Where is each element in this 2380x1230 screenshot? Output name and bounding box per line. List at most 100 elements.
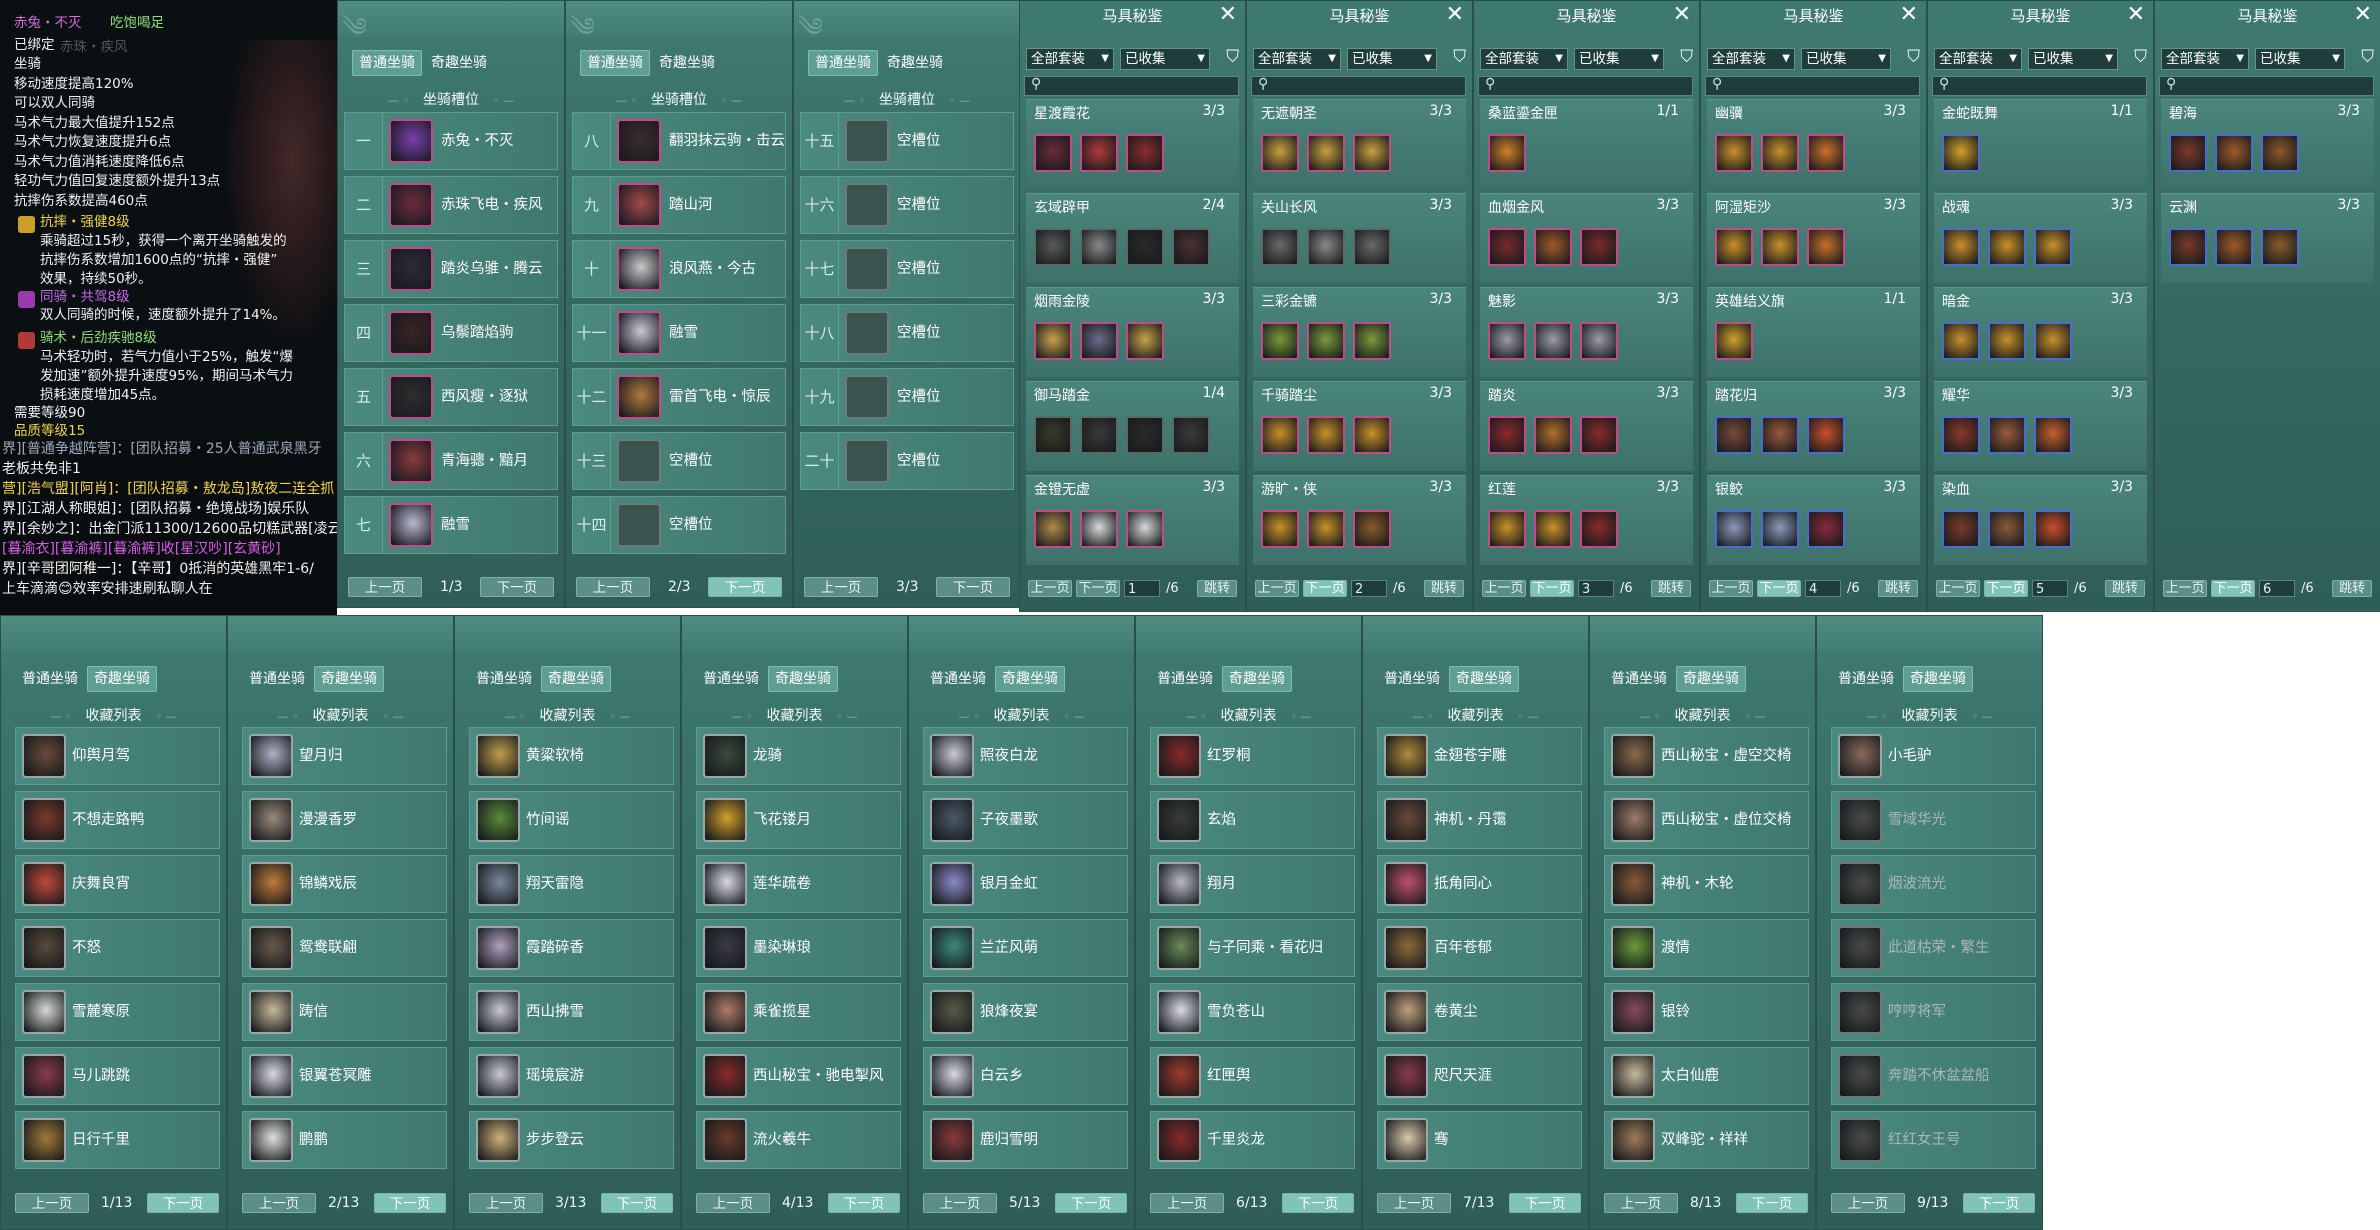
gear-item-icon[interactable] [1807, 416, 1845, 454]
favorite-mount-row[interactable]: 小毛驴 [1831, 727, 2036, 785]
next-page-button[interactable]: 下一页 [1757, 580, 1801, 597]
gear-item-icon[interactable] [2034, 322, 2072, 360]
prev-page-button[interactable]: 上一页 [1255, 580, 1299, 597]
gear-item-icon[interactable] [1080, 510, 1118, 548]
gear-item-icon[interactable] [1034, 134, 1072, 172]
gear-item-icon[interactable] [1126, 510, 1164, 548]
mount-slot-row[interactable]: 六 青海骢・黯月 [344, 432, 558, 490]
gear-item-icon[interactable] [1942, 322, 1980, 360]
filter-icon[interactable]: ⛉ [2361, 47, 2374, 67]
prev-page-button[interactable]: 上一页 [1150, 1193, 1224, 1213]
jump-button[interactable]: 跳转 [1424, 580, 1464, 597]
tab-special-mounts[interactable]: 奇趣坐骑 [541, 666, 611, 692]
gear-item-icon[interactable] [1080, 134, 1118, 172]
tab-special-mounts[interactable]: 奇趣坐骑 [995, 666, 1065, 692]
prev-page-button[interactable]: 上一页 [1831, 1193, 1905, 1213]
gear-set[interactable]: 幽骥 3/3 [1707, 99, 1920, 189]
favorite-mount-row[interactable]: 与子同乘・看花归 [1150, 919, 1355, 977]
favorite-mount-row[interactable]: 乘雀揽星 [696, 983, 901, 1041]
gear-item-icon[interactable] [1942, 228, 1980, 266]
favorite-mount-row[interactable]: 红匣舆 [1150, 1047, 1355, 1105]
favorite-mount-row[interactable]: 翔天雷隐 [469, 855, 674, 913]
mount-slot-row[interactable]: 十二 雷首飞电・惊辰 [572, 368, 786, 426]
gear-item-icon[interactable] [1488, 322, 1526, 360]
mount-slot-row[interactable]: 五 西风瘦・逐狱 [344, 368, 558, 426]
search-input[interactable]: ⚲ [1251, 76, 1466, 96]
favorite-mount-row[interactable]: 白云乡 [923, 1047, 1128, 1105]
gear-item-icon[interactable] [1580, 510, 1618, 548]
gear-item-icon[interactable] [1715, 134, 1753, 172]
gear-set[interactable]: 关山长风 3/3 [1253, 193, 1466, 283]
favorite-mount-row[interactable]: 雪麓寒原 [15, 983, 220, 1041]
favorite-mount-row[interactable]: 鹏鹏 [242, 1111, 447, 1169]
gear-set[interactable]: 银鲛 3/3 [1707, 475, 1920, 565]
favorite-mount-row[interactable]: 太白仙鹿 [1604, 1047, 1809, 1105]
gear-item-icon[interactable] [1126, 322, 1164, 360]
gear-set[interactable]: 金镫无虚 3/3 [1026, 475, 1239, 565]
next-page-button[interactable]: 下一页 [1509, 1193, 1581, 1213]
next-page-button[interactable]: 下一页 [2211, 580, 2255, 597]
favorite-mount-row[interactable]: 红罗桐 [1150, 727, 1355, 785]
prev-page-button[interactable]: 上一页 [1604, 1193, 1678, 1213]
prev-page-button[interactable]: 上一页 [696, 1193, 770, 1213]
gear-item-icon[interactable] [1580, 416, 1618, 454]
page-number-input[interactable]: 4 [1805, 580, 1841, 597]
mount-slot-row[interactable]: 四 乌鬃踏焰驹 [344, 304, 558, 362]
favorite-mount-row[interactable]: 庆舞良宵 [15, 855, 220, 913]
next-page-button[interactable]: 下一页 [480, 577, 554, 597]
mount-slot-row[interactable]: 十四 空槽位 [572, 496, 786, 554]
next-page-button[interactable]: 下一页 [374, 1193, 446, 1213]
gear-item-icon[interactable] [1307, 510, 1345, 548]
next-page-button[interactable]: 下一页 [1963, 1193, 2035, 1213]
tab-special-mounts[interactable]: 奇趣坐骑 [314, 666, 384, 692]
gear-item-icon[interactable] [1261, 228, 1299, 266]
prev-page-button[interactable]: 上一页 [1377, 1193, 1451, 1213]
gear-item-icon[interactable] [1580, 228, 1618, 266]
tab-normal-mounts[interactable]: 普通坐骑 [696, 666, 766, 692]
prev-page-button[interactable]: 上一页 [1936, 580, 1980, 597]
favorite-mount-row[interactable]: 银月金虹 [923, 855, 1128, 913]
favorite-mount-row[interactable]: 西山秘宝・虚位交椅 [1604, 791, 1809, 849]
gear-item-icon[interactable] [1126, 134, 1164, 172]
chat-window[interactable]: 界][普通争越阵营]：[团队招募・25人普通武泉黑牙 老板共免非1 营][浩气盟… [0, 440, 337, 615]
set-filter-select[interactable]: 全部套装 [1934, 48, 2022, 70]
gear-item-icon[interactable] [1261, 510, 1299, 548]
tab-normal-mounts[interactable]: 普通坐骑 [469, 666, 539, 692]
tab-normal-mounts[interactable]: 普通坐骑 [1377, 666, 1447, 692]
gear-set[interactable]: 三彩金镳 3/3 [1253, 287, 1466, 377]
page-number-input[interactable]: 6 [2259, 580, 2295, 597]
favorite-mount-row[interactable]: 子夜墨歌 [923, 791, 1128, 849]
close-icon[interactable]: ✕ [1446, 2, 1464, 27]
next-page-button[interactable]: 下一页 [1736, 1193, 1808, 1213]
gear-set[interactable]: 星渡霞花 3/3 [1026, 99, 1239, 189]
gear-item-icon[interactable] [1761, 510, 1799, 548]
tab-special-mounts[interactable]: 奇趣坐骑 [1676, 666, 1746, 692]
prev-page-button[interactable]: 上一页 [1028, 580, 1072, 597]
favorite-mount-row[interactable]: 流火羲牛 [696, 1111, 901, 1169]
gear-set[interactable]: 英雄结义旗 1/1 [1707, 287, 1920, 377]
gear-item-icon[interactable] [2261, 134, 2299, 172]
page-number-input[interactable]: 2 [1351, 580, 1387, 597]
favorite-mount-row[interactable]: 竹间谣 [469, 791, 674, 849]
gear-set[interactable]: 战魂 3/3 [1934, 193, 2147, 283]
collected-filter-select[interactable]: 已收集 [2255, 48, 2345, 70]
filter-icon[interactable]: ⛉ [1680, 47, 1693, 67]
tab-normal-mounts[interactable]: 普通坐骑 [580, 50, 650, 76]
next-page-button[interactable]: 下一页 [708, 577, 782, 597]
favorite-mount-row[interactable]: 西山秘宝・虚空交椅 [1604, 727, 1809, 785]
mount-slot-row[interactable]: 三 踏炎乌骓・腾云 [344, 240, 558, 298]
gear-item-icon[interactable] [1988, 510, 2026, 548]
favorite-mount-row[interactable]: 双峰驼・祥祥 [1604, 1111, 1809, 1169]
tab-special-mounts[interactable]: 奇趣坐骑 [652, 50, 722, 76]
next-page-button[interactable]: 下一页 [1303, 580, 1347, 597]
favorite-mount-row[interactable]: 神机・丹霭 [1377, 791, 1582, 849]
next-page-button[interactable]: 下一页 [1282, 1193, 1354, 1213]
favorite-mount-row[interactable]: 玄焰 [1150, 791, 1355, 849]
gear-item-icon[interactable] [2034, 228, 2072, 266]
gear-item-icon[interactable] [1080, 416, 1118, 454]
page-number-input[interactable]: 1 [1124, 580, 1160, 597]
gear-item-icon[interactable] [1988, 416, 2026, 454]
favorite-mount-row[interactable]: 墨染琳琅 [696, 919, 901, 977]
favorite-mount-row[interactable]: 银翼苍冥雕 [242, 1047, 447, 1105]
search-input[interactable]: ⚲ [1705, 76, 1920, 96]
